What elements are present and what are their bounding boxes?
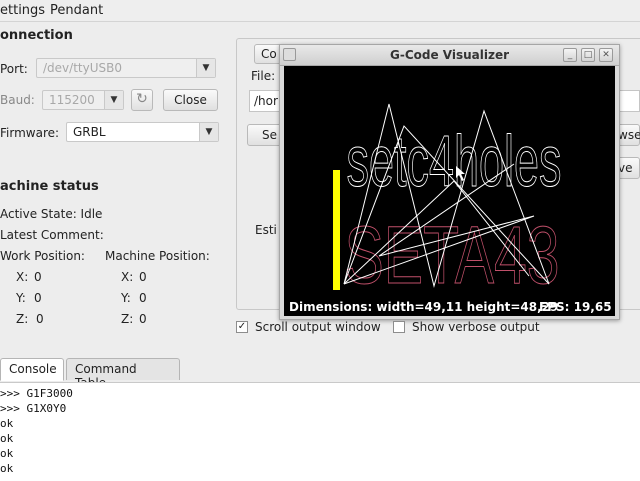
firmware-value: GRBL	[73, 125, 106, 139]
tool-indicator	[333, 170, 340, 290]
toolpath-top-text: setc4holes	[347, 122, 562, 202]
work-z-label: Z:	[16, 312, 29, 326]
refresh-icon: ↻	[136, 91, 148, 107]
work-y-label: Y:	[16, 291, 26, 305]
port-value: /dev/ttyUSB0	[43, 61, 122, 75]
work-y-value: 0	[34, 291, 42, 305]
console-output[interactable]: >>> G1F3000 >>> G1X0Y0 ok ok ok ok	[0, 382, 640, 481]
machine-x-value: 0	[139, 270, 147, 284]
console-line: >>> G1F3000	[0, 387, 73, 400]
port-label: Port:	[0, 62, 28, 76]
machine-y-value: 0	[139, 291, 147, 305]
verbose-output-label: Show verbose output	[412, 320, 540, 334]
minimize-icon[interactable]: _	[563, 48, 577, 62]
baud-select[interactable]: 115200 ▼	[42, 90, 124, 110]
work-z-value: 0	[36, 312, 44, 326]
fps-readout: FPS: 19,65	[539, 300, 612, 314]
machine-z-value: 0	[139, 312, 147, 326]
scroll-output-checkbox[interactable]: ✓	[236, 321, 248, 333]
work-x-value: 0	[34, 270, 42, 284]
firmware-select[interactable]: GRBL ▼	[66, 122, 219, 142]
work-x-label: X:	[16, 270, 29, 284]
dimensions-readout: Dimensions: width=49,11 height=48,29	[289, 300, 559, 314]
console-line: ok	[0, 417, 14, 430]
machine-y-label: Y:	[121, 291, 131, 305]
active-state: Active State: Idle	[0, 207, 103, 221]
machine-z-label: Z:	[121, 312, 134, 326]
tab-command-table[interactable]: Command Table	[66, 358, 180, 390]
latest-comment: Latest Comment:	[0, 228, 104, 242]
visualizer-canvas[interactable]: setc4holes SETA43 Dimensions: width=49,1…	[284, 66, 615, 316]
menu-bar: ettings Pendant	[0, 0, 640, 22]
maximize-icon[interactable]: □	[581, 48, 595, 62]
console-line: ok	[0, 462, 14, 475]
baud-label: Baud:	[0, 93, 35, 107]
console-line: ok	[0, 447, 14, 460]
scroll-output-label: Scroll output window	[255, 320, 381, 334]
visualizer-titlebar[interactable]: G-Code Visualizer _ □ ✕	[280, 45, 619, 66]
machine-status-header: achine status	[0, 179, 99, 194]
close-button[interactable]: Close	[163, 89, 218, 111]
tab-console[interactable]: Console	[0, 358, 64, 381]
chevron-down-icon: ▼	[196, 59, 215, 77]
chevron-down-icon: ▼	[104, 91, 123, 109]
refresh-button[interactable]: ↻	[131, 89, 153, 111]
menu-pendant[interactable]: Pendant	[50, 3, 103, 18]
firmware-label: Firmware:	[0, 126, 60, 140]
chevron-down-icon: ▼	[199, 123, 218, 141]
console-line: ok	[0, 432, 14, 445]
port-select[interactable]: /dev/ttyUSB0 ▼	[36, 58, 216, 78]
connection-header: onnection	[0, 28, 73, 43]
estimated-label: Esti	[255, 223, 277, 237]
baud-value: 115200	[49, 93, 95, 107]
toolpath-drawing: setc4holes SETA43	[333, 103, 562, 302]
work-position-label: Work Position:	[0, 249, 85, 263]
console-line: >>> G1X0Y0	[0, 402, 67, 415]
gcode-visualizer-window: G-Code Visualizer _ □ ✕ setc4holes SETA4…	[279, 44, 620, 320]
verbose-output-checkbox[interactable]	[393, 321, 405, 333]
menu-settings[interactable]: ettings	[0, 3, 45, 18]
close-icon[interactable]: ✕	[599, 48, 613, 62]
file-label: File:	[251, 69, 276, 83]
machine-x-label: X:	[121, 270, 134, 284]
machine-position-label: Machine Position:	[105, 249, 210, 263]
